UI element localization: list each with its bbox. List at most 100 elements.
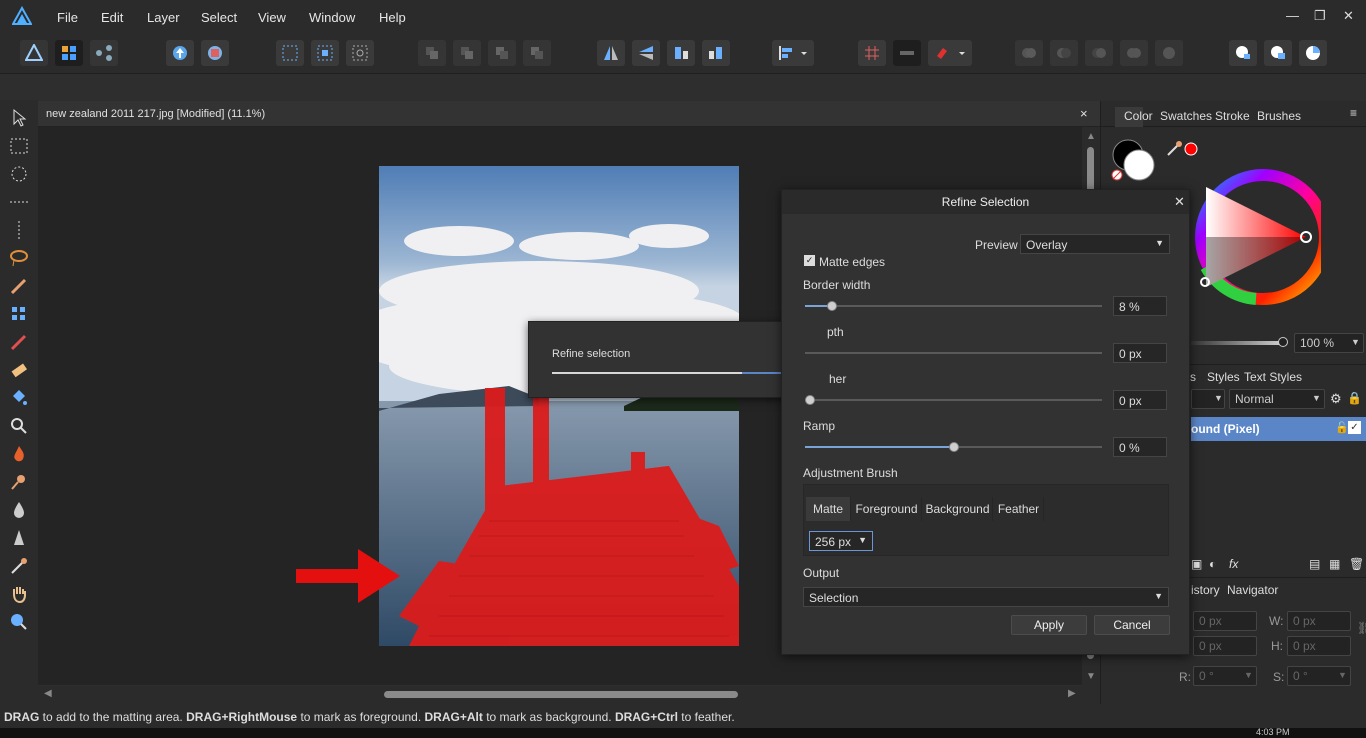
column-marquee-icon[interactable]	[9, 220, 29, 240]
boolean-xor-button[interactable]	[1120, 40, 1148, 66]
move-tool-icon[interactable]	[9, 108, 29, 128]
arrange-3-button[interactable]	[488, 40, 516, 66]
feather-track[interactable]	[805, 399, 1102, 401]
blend-mode-dropdown[interactable]: Normal ▼	[1229, 389, 1325, 409]
scroll-right-icon[interactable]: ▶	[1068, 688, 1076, 699]
current-color-swatch[interactable]	[1183, 141, 1199, 157]
panel-menu-icon[interactable]: ≡	[1350, 106, 1357, 120]
layer-lock-icon[interactable]: 🔓	[1335, 421, 1349, 434]
brush-size-dropdown[interactable]: 256 px ▼	[809, 531, 873, 551]
minimize-button[interactable]: —	[1286, 8, 1299, 23]
export-persona-button[interactable]	[90, 40, 118, 66]
rectangle-marquee-icon[interactable]	[9, 136, 29, 156]
lasso-icon[interactable]	[9, 248, 29, 268]
preview-dropdown[interactable]: Overlay ▼	[1020, 234, 1170, 254]
grid-toggle-button[interactable]	[858, 40, 886, 66]
invert-selection-button[interactable]	[346, 40, 374, 66]
fx-icon[interactable]: fx	[1229, 557, 1238, 571]
scroll-left-icon[interactable]: ◀	[44, 688, 52, 699]
tab-navigator[interactable]: Navigator	[1227, 583, 1278, 597]
feather-knob[interactable]	[805, 395, 815, 405]
smooth-track[interactable]	[805, 352, 1102, 354]
cancel-button[interactable]: Cancel	[1094, 615, 1170, 635]
burn-icon[interactable]	[9, 444, 29, 464]
flip-horizontal-button[interactable]	[597, 40, 625, 66]
border-width-knob[interactable]	[827, 301, 837, 311]
gear-icon[interactable]: ⚙	[1330, 391, 1342, 407]
boolean-subtract-button[interactable]	[1050, 40, 1078, 66]
ramp-value[interactable]: 0 %	[1113, 437, 1167, 457]
rotate-right-button[interactable]	[702, 40, 730, 66]
menu-select[interactable]: Select	[201, 10, 237, 25]
paint-brush-icon[interactable]	[9, 332, 29, 352]
selection-brush-icon[interactable]	[9, 276, 29, 296]
magnifier-icon[interactable]	[9, 416, 29, 436]
dialog-close-button[interactable]: ✕	[1174, 194, 1185, 210]
tab-layers[interactable]: s	[1190, 370, 1196, 384]
tab-styles[interactable]: Styles	[1207, 370, 1240, 384]
menu-help[interactable]: Help	[379, 10, 406, 25]
mode-foreground[interactable]: Foreground	[852, 497, 922, 521]
layer-visibility-checkbox[interactable]: ✓	[1348, 421, 1361, 434]
scroll-up-icon[interactable]: ▲	[1086, 131, 1096, 142]
arrange-2-button[interactable]	[453, 40, 481, 66]
dodge-icon[interactable]	[9, 472, 29, 492]
link-icon[interactable]: ⛓	[1357, 621, 1366, 635]
menu-window[interactable]: Window	[309, 10, 355, 25]
tab-stroke[interactable]: Stroke	[1215, 109, 1250, 123]
fill-bucket-icon[interactable]	[9, 388, 29, 408]
align-button[interactable]	[772, 40, 814, 66]
zoom-icon[interactable]	[9, 612, 29, 632]
matte-edges-checkbox[interactable]: ✓	[804, 255, 815, 266]
color-picker-icon[interactable]	[1165, 140, 1185, 158]
add-layer-icon[interactable]: ▤	[1309, 557, 1320, 571]
photo-persona-button[interactable]	[20, 40, 48, 66]
arrange-4-button[interactable]	[523, 40, 551, 66]
color-wheel[interactable]	[1186, 157, 1321, 317]
photo-canvas[interactable]	[379, 166, 739, 646]
delete-layer-icon[interactable]: 🗑	[1349, 557, 1364, 571]
duplicate-layer-icon[interactable]: ▦	[1329, 557, 1340, 571]
mask-layer-icon[interactable]: ▣	[1191, 557, 1202, 571]
selection-persona-button[interactable]	[55, 40, 83, 66]
arrange-1-button[interactable]	[418, 40, 446, 66]
transform-x-field[interactable]: 0 px	[1193, 611, 1257, 631]
scroll-down-icon[interactable]: ▼	[1086, 671, 1096, 682]
smooth-value[interactable]: 0 px	[1113, 343, 1167, 363]
flood-select-icon[interactable]	[9, 304, 29, 324]
feather-value[interactable]: 0 px	[1113, 390, 1167, 410]
hand-icon[interactable]	[9, 584, 29, 604]
opacity-dropdown[interactable]: ▼	[1191, 389, 1225, 409]
ramp-knob[interactable]	[949, 442, 959, 452]
boolean-divide-button[interactable]	[1155, 40, 1183, 66]
apply-button[interactable]: Apply	[1011, 615, 1087, 635]
flip-vertical-button[interactable]	[632, 40, 660, 66]
assistant-button[interactable]	[1229, 40, 1257, 66]
lock-icon[interactable]: 🔒	[1347, 391, 1362, 405]
menu-file[interactable]: File	[57, 10, 78, 25]
tab-text-styles[interactable]: Text Styles	[1244, 370, 1302, 384]
snapping-button[interactable]	[893, 40, 921, 66]
mask-button[interactable]	[201, 40, 229, 66]
tab-color[interactable]: Color	[1124, 109, 1153, 123]
transform-w-field[interactable]: 0 px	[1287, 611, 1351, 631]
magnet-button[interactable]	[928, 40, 972, 66]
opacity-slider-track[interactable]	[1191, 341, 1281, 345]
app-logo-icon[interactable]	[12, 6, 32, 26]
boolean-intersect-button[interactable]	[1085, 40, 1113, 66]
horizontal-scroll-thumb[interactable]	[384, 691, 738, 698]
menu-view[interactable]: View	[258, 10, 286, 25]
layer-row[interactable]: ound (Pixel) 🔓 ✓	[1191, 417, 1366, 441]
ellipse-marquee-icon[interactable]	[9, 164, 29, 184]
blur-icon[interactable]	[9, 500, 29, 520]
tab-brushes[interactable]: Brushes	[1257, 109, 1301, 123]
row-marquee-icon[interactable]	[9, 192, 29, 212]
menu-edit[interactable]: Edit	[101, 10, 123, 25]
mode-feather[interactable]: Feather	[994, 497, 1044, 521]
opacity-slider-knob[interactable]	[1278, 337, 1288, 347]
border-width-value[interactable]: 8 %	[1113, 296, 1167, 316]
border-width-track[interactable]	[805, 305, 1102, 307]
color-picker-icon[interactable]	[9, 556, 29, 576]
preferences-button[interactable]	[1264, 40, 1292, 66]
output-dropdown[interactable]: Selection ▼	[803, 587, 1169, 607]
